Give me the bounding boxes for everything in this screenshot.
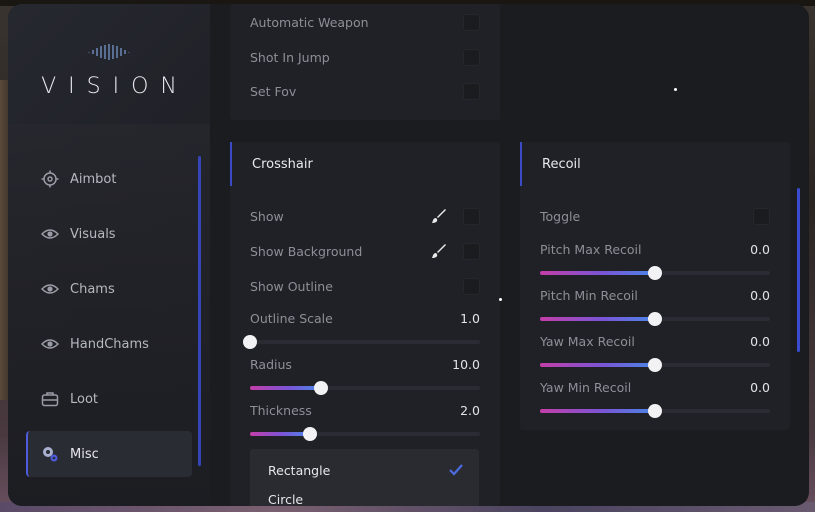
option-toggle[interactable]: Toggle (540, 206, 770, 226)
sidebar-item-misc[interactable]: Misc (26, 431, 192, 477)
outline-scale-value: 1.0 (460, 310, 480, 326)
automatic-weapon-checkbox[interactable] (463, 13, 480, 31)
sidebar-item-label: Aimbot (70, 171, 117, 187)
option-show-background[interactable]: Show Background (250, 241, 480, 261)
color-picker-brush-icon[interactable] (431, 243, 447, 259)
gears-icon (40, 444, 60, 464)
shot-in-jump-checkbox[interactable] (463, 48, 480, 66)
set-fov-checkbox[interactable] (463, 82, 480, 100)
logo: VISION (8, 40, 210, 99)
thickness-value: 2.0 (460, 402, 480, 418)
radius-slider[interactable] (250, 381, 480, 395)
logo-text: VISION (41, 74, 189, 99)
menu-window: VISION Aimbot Visuals Chams HandChams Lo… (8, 4, 809, 506)
yaw-max-recoil-label-row: Yaw Max Recoil 0.0 (540, 333, 770, 349)
yaw-min-recoil-slider[interactable] (540, 404, 770, 418)
sidebar-item-label: Visuals (70, 226, 116, 242)
content-scrollbar[interactable] (797, 188, 800, 352)
recoil-header: Recoil (520, 142, 790, 186)
slider-knob[interactable] (302, 427, 317, 441)
sidebar-item-label: HandChams (70, 336, 149, 352)
sidebar-item-handchams[interactable]: HandChams (26, 321, 192, 367)
option-set-fov[interactable]: Set Fov (250, 81, 480, 101)
sidebar-item-label: Loot (70, 391, 99, 407)
option-show-outline[interactable]: Show Outline (250, 276, 480, 296)
yaw-min-recoil-label-row: Yaw Min Recoil 0.0 (540, 379, 770, 395)
yaw-max-recoil-slider[interactable] (540, 358, 770, 372)
pitch-min-recoil-label-row: Pitch Min Recoil 0.0 (540, 287, 770, 303)
crosshair-dot (674, 88, 677, 91)
shape-option-rectangle[interactable]: Rectangle (268, 459, 463, 481)
sidebar-item-loot[interactable]: Loot (26, 376, 192, 422)
option-automatic-weapon[interactable]: Automatic Weapon (250, 12, 480, 32)
check-icon (449, 464, 463, 476)
show-checkbox[interactable] (463, 207, 480, 225)
logo-mark-icon (88, 44, 130, 60)
crosshair-dot (499, 298, 502, 301)
radius-label-row: Radius 10.0 (250, 356, 480, 372)
sidebar-item-aimbot[interactable]: Aimbot (26, 156, 192, 202)
briefcase-icon (40, 389, 60, 409)
thickness-slider[interactable] (250, 427, 480, 441)
sidebar: VISION Aimbot Visuals Chams HandChams Lo… (8, 4, 210, 506)
outline-scale-slider[interactable] (243, 335, 480, 349)
top-options-panel: Automatic Weapon Shot In Jump Set Fov (230, 4, 500, 120)
sidebar-scrollbar[interactable] (198, 156, 201, 466)
sidebar-item-label: Chams (70, 281, 115, 297)
slider-knob[interactable] (243, 335, 257, 349)
option-show[interactable]: Show (250, 206, 480, 226)
crosshair-header: Crosshair (230, 142, 500, 186)
slider-knob[interactable] (648, 312, 662, 326)
shape-option-circle[interactable]: Circle (268, 488, 463, 507)
color-picker-brush-icon[interactable] (431, 208, 447, 224)
slider-knob[interactable] (314, 381, 329, 395)
toggle-checkbox[interactable] (753, 207, 770, 225)
sidebar-item-chams[interactable]: Chams (26, 266, 192, 312)
slider-knob[interactable] (648, 358, 662, 372)
pitch-max-recoil-slider[interactable] (540, 266, 770, 280)
sidebar-nav: Aimbot Visuals Chams HandChams Loot Misc (26, 156, 192, 486)
eye-icon (40, 279, 60, 299)
recoil-panel: Recoil Toggle Pitch Max Recoil 0.0 Pitch… (520, 142, 790, 430)
slider-knob[interactable] (648, 266, 662, 280)
pitch-max-recoil-label-row: Pitch Max Recoil 0.0 (540, 241, 770, 257)
sidebar-item-visuals[interactable]: Visuals (26, 211, 192, 257)
crosshair-icon (40, 169, 60, 189)
show-background-checkbox[interactable] (463, 242, 480, 260)
outline-scale-label-row: Outline Scale 1.0 (250, 310, 480, 326)
eye-icon (40, 334, 60, 354)
radius-value: 10.0 (452, 356, 480, 372)
show-outline-checkbox[interactable] (463, 277, 480, 295)
sidebar-item-label: Misc (70, 446, 99, 462)
thickness-label-row: Thickness 2.0 (250, 402, 480, 418)
option-shot-in-jump[interactable]: Shot In Jump (250, 47, 480, 67)
pitch-min-recoil-slider[interactable] (540, 312, 770, 326)
crosshair-shape-dropdown[interactable]: Rectangle Circle (250, 449, 479, 506)
eye-icon (40, 224, 60, 244)
slider-knob[interactable] (648, 404, 662, 418)
